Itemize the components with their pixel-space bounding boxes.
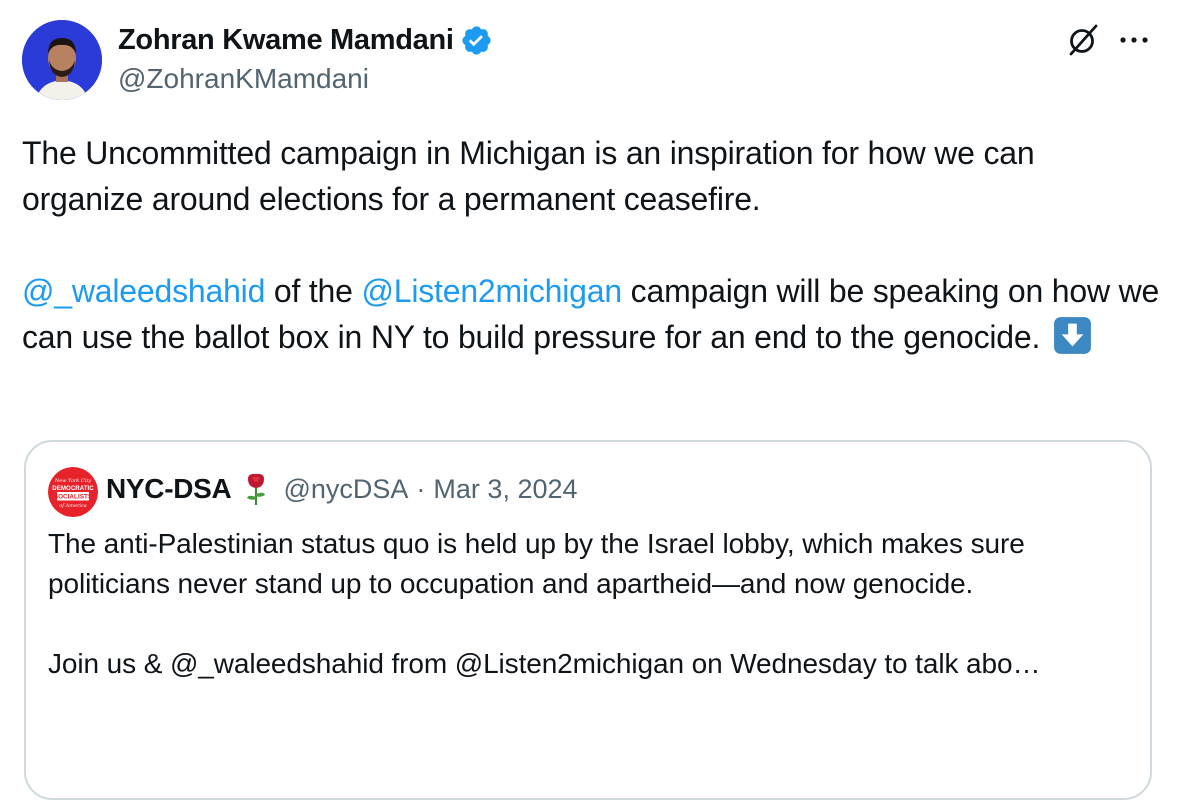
tweet-paragraph-2: @_waleedshahid of the @Listen2michigan c… (22, 268, 1162, 360)
quoted-paragraph-2: Join us & @_waleedshahid from @Listen2mi… (48, 648, 1041, 679)
quoted-author-avatar[interactable]: New York City DEMOCRATIC SOCIALISTS of A… (48, 467, 98, 517)
rose-emoji-icon (247, 473, 266, 505)
author-handle[interactable]: @ZohranKMamdani (118, 63, 369, 95)
author-name[interactable]: Zohran Kwame Mamdani (118, 24, 493, 57)
mention-listen2michigan-link[interactable]: @Listen2michigan (361, 273, 622, 309)
logo-text-line: of America (59, 503, 87, 509)
quoted-author-name[interactable]: NYC-DSA (106, 473, 232, 505)
down-arrow-emoji-icon (1053, 317, 1091, 354)
author-avatar[interactable] (22, 20, 102, 100)
quoted-paragraph-1: The anti-Palestinian status quo is held … (48, 528, 1025, 599)
quoted-tweet-card[interactable]: New York City DEMOCRATIC SOCIALISTS of A… (24, 440, 1152, 800)
logo-text-line: SOCIALISTS (54, 494, 93, 501)
logo-text-line: DEMOCRATIC (52, 485, 94, 492)
logo-text-line: New York City (54, 478, 92, 484)
tweet-text: The Uncommitted campaign in Michigan is … (22, 130, 1162, 360)
grok-icon[interactable] (1065, 22, 1101, 58)
tweet-text-segment: of the (265, 273, 362, 309)
quoted-tweet-date[interactable]: Mar 3, 2024 (433, 474, 577, 505)
tweet-paragraph-1: The Uncommitted campaign in Michigan is … (22, 135, 1035, 217)
author-name-text[interactable]: Zohran Kwame Mamdani (118, 24, 454, 57)
quoted-tweet-text: The anti-Palestinian status quo is held … (48, 524, 1128, 684)
quoted-author-handle[interactable]: @nycDSA (283, 474, 408, 505)
mention-waleedshahid-link[interactable]: @_waleedshahid (22, 273, 265, 309)
verified-badge-icon (462, 26, 491, 55)
quoted-tweet-header: NYC-DSA @nycDSA · Mar 3, 2024 (106, 472, 578, 506)
separator-dot: · (416, 473, 426, 504)
more-options-icon[interactable] (1117, 26, 1151, 54)
